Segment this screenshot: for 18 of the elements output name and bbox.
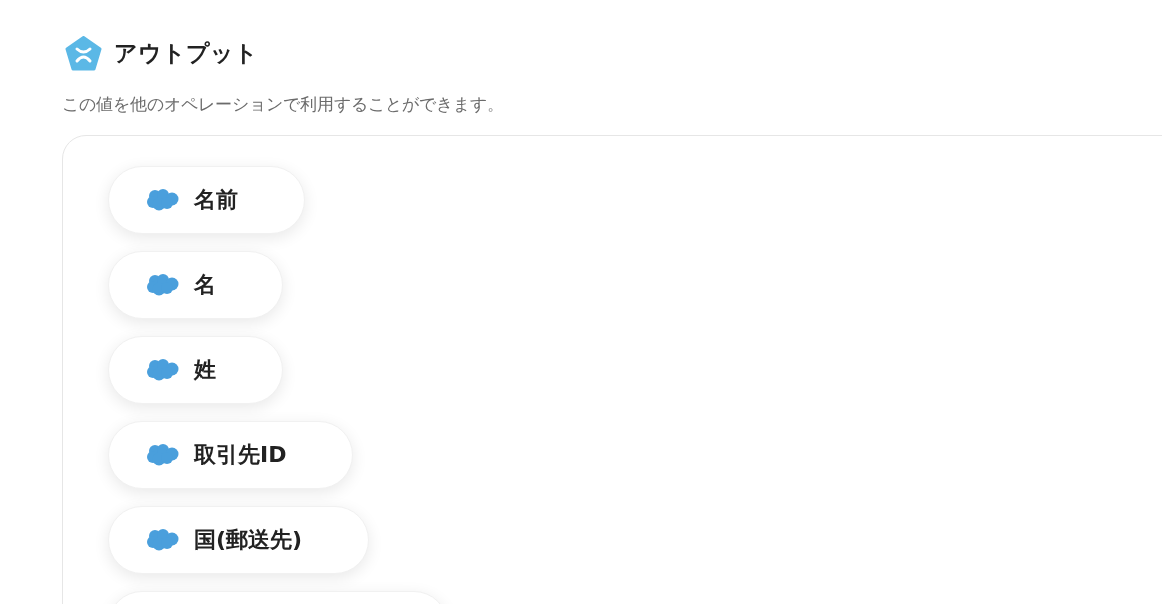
output-chip[interactable]: 名: [108, 250, 283, 319]
chip-label: 姓: [194, 355, 216, 384]
output-chip[interactable]: 姓: [108, 335, 283, 404]
cloud-icon: [146, 443, 179, 466]
chip-label: 国(郵送先): [194, 525, 303, 554]
logo-icon: [65, 36, 102, 71]
chip-label: 名前: [194, 185, 238, 214]
output-chip[interactable]: 名前: [108, 165, 305, 234]
section-description: この値を他のオペレーションで利用することができます。: [62, 95, 505, 115]
output-chip[interactable]: 国(郵送先): [108, 505, 370, 574]
section-title: アウトプット: [114, 39, 258, 68]
output-chip[interactable]: 取引先ID: [108, 420, 354, 489]
cloud-icon: [146, 188, 179, 211]
chip-label: 取引先ID: [194, 440, 287, 469]
cloud-icon: [146, 528, 179, 551]
cloud-icon: [146, 358, 179, 381]
chip-label: 名: [194, 270, 216, 299]
cloud-icon: [146, 273, 179, 296]
